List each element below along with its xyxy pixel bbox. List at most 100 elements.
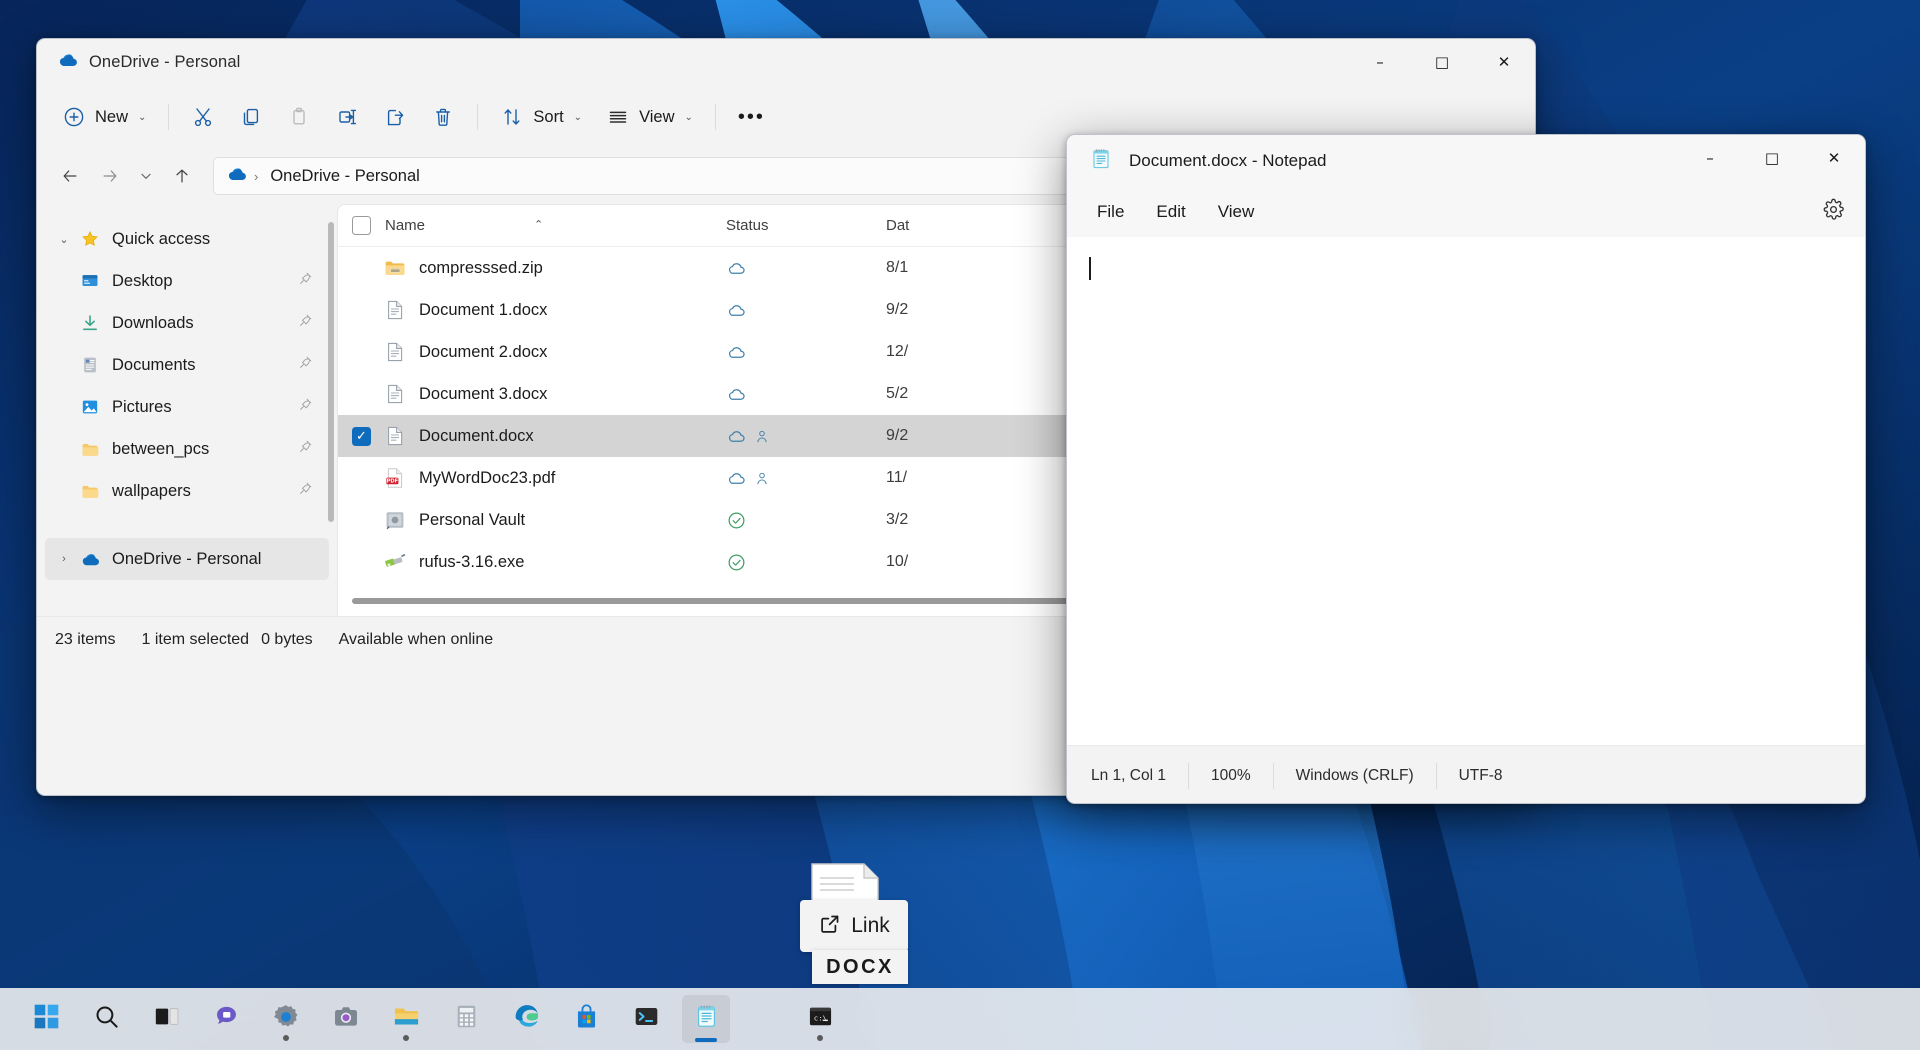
ellipsis-icon: ••• — [738, 110, 765, 124]
sidebar-item-desktop[interactable]: Desktop — [45, 260, 329, 302]
line-endings-label[interactable]: Windows (CRLF) — [1274, 763, 1437, 789]
explorer-maximize-button[interactable]: □ — [1411, 39, 1473, 86]
menu-file[interactable]: File — [1081, 194, 1140, 230]
explorer-minimize-button[interactable]: – — [1349, 39, 1411, 86]
file-name-cell: Personal Vault — [338, 508, 726, 532]
explorer-close-button[interactable]: ✕ — [1473, 39, 1535, 86]
sidebar-item-onedrive-personal[interactable]: › OneDrive - Personal — [45, 538, 329, 580]
sidebar-item-pictures[interactable]: Pictures — [45, 386, 329, 428]
taskbar-file-explorer-button[interactable] — [382, 995, 430, 1043]
cursor-position-label[interactable]: Ln 1, Col 1 — [1067, 763, 1189, 789]
taskbar-settings-button[interactable] — [262, 995, 310, 1043]
notepad-maximize-button[interactable]: □ — [1741, 135, 1803, 182]
row-checkbox[interactable] — [352, 343, 371, 362]
share-button[interactable] — [372, 95, 418, 139]
row-checkbox[interactable] — [352, 469, 371, 488]
external-link-icon — [818, 912, 842, 941]
column-header-status[interactable]: Status — [726, 217, 886, 234]
sidebar-item-label: wallpapers — [112, 482, 191, 501]
taskbar: c:\ — [0, 988, 1920, 1050]
encoding-label[interactable]: UTF-8 — [1437, 763, 1525, 789]
taskbar-task-view-button[interactable] — [142, 995, 190, 1043]
pdf-icon: PDF — [383, 466, 407, 490]
up-button[interactable] — [163, 157, 201, 195]
row-checkbox[interactable] — [352, 553, 371, 572]
pictures-icon — [77, 396, 103, 418]
sidebar-item-quick-access[interactable]: ⌄ Quick access — [45, 218, 329, 260]
paste-button[interactable] — [276, 95, 322, 139]
column-header-date[interactable]: Dat — [886, 217, 1036, 234]
view-button[interactable]: View ⌄ — [595, 95, 704, 139]
chevron-down-icon — [139, 169, 153, 183]
text-cursor — [1089, 257, 1091, 280]
gear-icon[interactable] — [1822, 198, 1845, 226]
taskbar-command-prompt-button[interactable]: c:\ — [796, 995, 844, 1043]
usb-icon — [383, 550, 407, 574]
file-status-cell — [726, 342, 886, 363]
pin-icon[interactable] — [298, 439, 313, 459]
taskbar-camera-button[interactable] — [322, 995, 370, 1043]
explorer-titlebar[interactable]: OneDrive - Personal – □ ✕ — [37, 39, 1535, 86]
notepad-window[interactable]: Document.docx - Notepad – □ ✕ File Edit … — [1066, 134, 1866, 804]
cut-button[interactable] — [180, 95, 226, 139]
taskbar-edge-button[interactable] — [502, 995, 550, 1043]
row-checkbox[interactable] — [352, 259, 371, 278]
onedrive-cloud-icon — [226, 163, 248, 190]
sidebar-item-downloads[interactable]: Downloads — [45, 302, 329, 344]
new-button[interactable]: New ⌄ — [51, 95, 157, 139]
sidebar-item-between-pcs[interactable]: between_pcs — [45, 428, 329, 470]
row-checkbox[interactable] — [352, 427, 371, 446]
settings-gear-icon — [272, 1003, 300, 1036]
delete-button[interactable] — [420, 95, 466, 139]
taskbar-notepad-button[interactable] — [682, 995, 730, 1043]
chevron-down-icon: ⌄ — [138, 112, 146, 123]
file-name: rufus-3.16.exe — [419, 553, 524, 572]
recent-locations-button[interactable] — [131, 157, 161, 195]
pin-icon[interactable] — [298, 271, 313, 291]
sidebar-item-documents[interactable]: Documents — [45, 344, 329, 386]
back-button[interactable] — [51, 157, 89, 195]
pin-icon[interactable] — [298, 397, 313, 417]
notepad-text-area[interactable] — [1067, 237, 1865, 745]
pin-icon[interactable] — [298, 355, 313, 375]
drag-file-type: DOCX — [812, 950, 908, 984]
taskbar-terminal-button[interactable] — [622, 995, 670, 1043]
pin-icon[interactable] — [298, 313, 313, 333]
notepad-caption-buttons: – □ ✕ — [1679, 135, 1865, 187]
taskbar-start-button[interactable] — [22, 995, 70, 1043]
chevron-down-icon[interactable]: ⌄ — [51, 233, 77, 246]
menu-edit[interactable]: Edit — [1140, 194, 1201, 230]
taskbar-microsoft-store-button[interactable] — [562, 995, 610, 1043]
notepad-minimize-button[interactable]: – — [1679, 135, 1741, 182]
file-status-cell — [726, 552, 886, 573]
rename-button[interactable] — [324, 95, 370, 139]
pin-icon[interactable] — [298, 481, 313, 501]
notepad-title-group: Document.docx - Notepad — [1067, 147, 1327, 176]
row-checkbox[interactable] — [352, 301, 371, 320]
vault-icon — [383, 508, 407, 532]
chevron-right-icon[interactable]: › — [51, 553, 77, 565]
breadcrumb-onedrive[interactable]: OneDrive - Personal — [264, 164, 425, 189]
taskbar-search-button[interactable] — [82, 995, 130, 1043]
row-checkbox[interactable] — [352, 511, 371, 530]
sort-button[interactable]: Sort ⌄ — [489, 95, 593, 139]
notepad-titlebar[interactable]: Document.docx - Notepad – □ ✕ — [1067, 135, 1865, 187]
taskbar-chat-button[interactable] — [202, 995, 250, 1043]
column-header-name[interactable]: Name ⌃ — [338, 216, 726, 235]
notepad-close-button[interactable]: ✕ — [1803, 135, 1865, 182]
onedrive-cloud-icon — [57, 49, 79, 76]
menu-view[interactable]: View — [1202, 194, 1271, 230]
zoom-level-label[interactable]: 100% — [1189, 763, 1274, 789]
navigation-pane-scrollbar[interactable] — [328, 222, 334, 552]
more-options-button[interactable]: ••• — [727, 95, 776, 139]
taskbar-calculator-button[interactable] — [442, 995, 490, 1043]
sidebar-item-wallpapers[interactable]: wallpapers — [45, 470, 329, 512]
row-checkbox[interactable] — [352, 385, 371, 404]
terminal-icon — [633, 1003, 660, 1035]
navigation-pane: ⌄ Quick access Desktop Downloa — [37, 204, 337, 616]
select-all-checkbox[interactable] — [352, 216, 371, 235]
forward-button[interactable] — [91, 157, 129, 195]
scrollbar-thumb[interactable] — [328, 222, 334, 522]
onedrive-cloud-icon — [77, 548, 103, 570]
copy-button[interactable] — [228, 95, 274, 139]
